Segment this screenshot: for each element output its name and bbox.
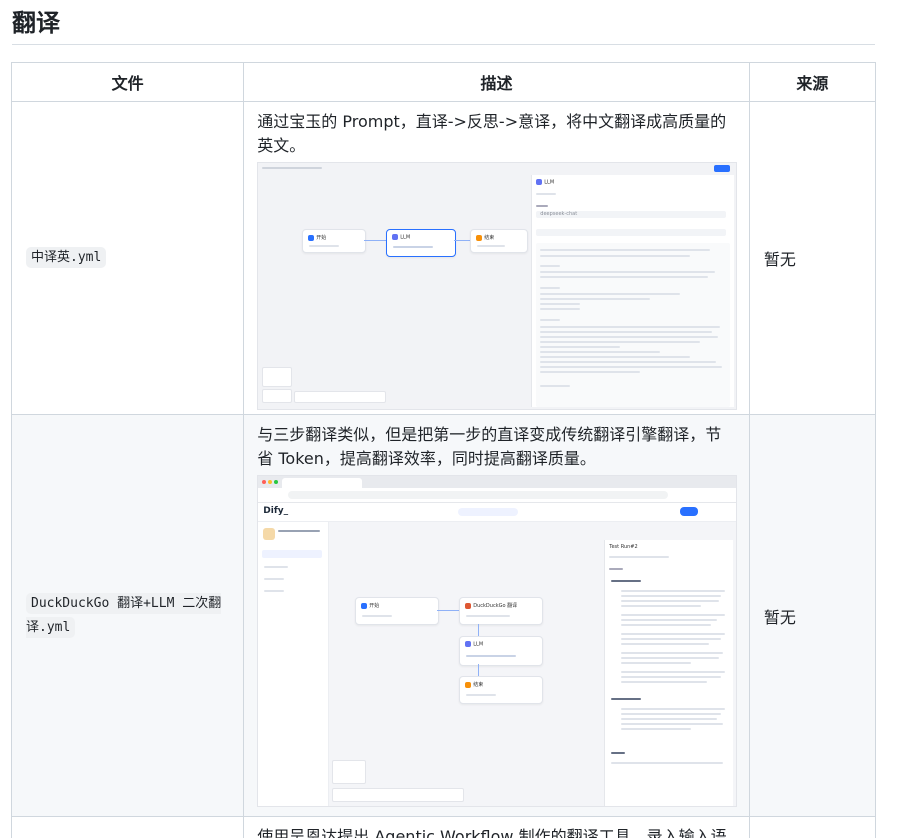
header-source: 来源: [748, 62, 877, 102]
file-name[interactable]: DuckDuckGo 翻译+LLM 二次翻译.yml: [26, 592, 222, 638]
description-cell: 通过宝玉的 Prompt，直译->反思->意译，将中文翻译成高质量的英文。 开始…: [243, 101, 750, 415]
table-header-row: 文件 描述 来源: [10, 62, 877, 102]
start-node: 开始: [355, 597, 440, 625]
end-node: 结束: [459, 676, 544, 704]
source-cell: [748, 816, 877, 838]
description-text: 通过宝玉的 Prompt，直译->反思->意译，将中文翻译成高质量的英文。: [257, 112, 727, 155]
llm-settings-panel: LLM deepseek-chat: [531, 175, 735, 407]
workflow-screenshot: Dify_ 开始 DuckDuckGo 翻译 LLM 结束 Test Run#2: [257, 475, 738, 807]
llm-node: LLM: [386, 229, 457, 257]
section-heading: 翻译: [12, 9, 60, 37]
file-cell: DuckDuckGo 翻译+LLM 二次翻译.yml: [10, 414, 245, 817]
description-cell: 使用吴恩达提出 Agentic Workflow 制作的翻译工具，录入输入语: [243, 816, 750, 838]
source-cell: 暂无: [748, 414, 877, 817]
workflow-screenshot: 开始 LLM 结束 LLM deepseek-chat: [257, 162, 738, 410]
translation-table: 文件 描述 来源 中译英.yml 通过宝玉的 Prompt，直译->反思->意译…: [10, 62, 877, 838]
description-cell: 与三步翻译类似，但是把第一步的直译变成传统翻译引擎翻译，节省 Token，提高翻…: [243, 414, 750, 817]
start-node: 开始: [302, 229, 367, 253]
heading-divider: [12, 44, 875, 45]
description-text: 与三步翻译类似，但是把第一步的直译变成传统翻译引擎翻译，节省 Token，提高翻…: [257, 425, 722, 468]
table-row: 中译英.yml 通过宝玉的 Prompt，直译->反思->意译，将中文翻译成高质…: [10, 101, 877, 415]
description-text: 使用吴恩达提出 Agentic Workflow 制作的翻译工具，录入输入语: [257, 827, 727, 838]
llm-node: LLM: [459, 636, 544, 666]
table-row: DuckDuckGo 翻译+LLM 二次翻译.yml 与三步翻译类似，但是把第一…: [10, 414, 877, 817]
header-description: 描述: [243, 62, 750, 102]
duckduckgo-node: DuckDuckGo 翻译: [459, 597, 544, 625]
test-run-panel: Test Run#2: [604, 540, 734, 806]
file-cell: [10, 816, 245, 838]
table-row: 使用吴恩达提出 Agentic Workflow 制作的翻译工具，录入输入语: [10, 816, 877, 838]
source-cell: 暂无: [748, 101, 877, 415]
header-file: 文件: [10, 62, 245, 102]
file-name[interactable]: 中译英.yml: [26, 247, 107, 268]
file-cell: 中译英.yml: [10, 101, 245, 415]
end-node: 结束: [470, 229, 529, 253]
document: 翻译 文件 描述 来源 中译英.yml 通过宝玉的 Prompt，直译->反思-…: [0, 0, 910, 838]
